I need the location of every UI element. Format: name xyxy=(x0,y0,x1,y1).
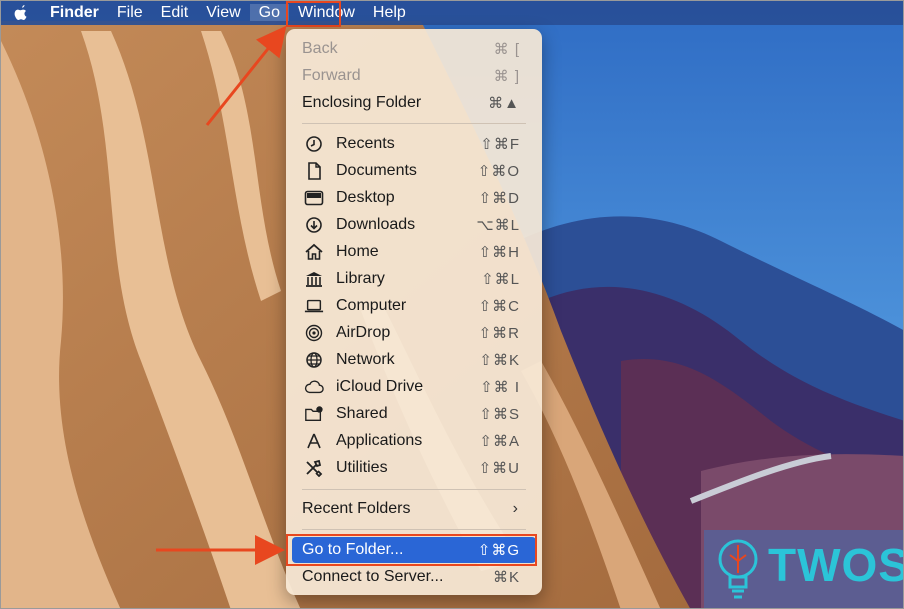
menu-window[interactable]: Window xyxy=(289,1,364,25)
menu-separator xyxy=(302,529,526,530)
computer-shortcut: ⇧⌘C xyxy=(478,298,520,315)
menu-item-recents[interactable]: Recents ⇧⌘F xyxy=(292,131,536,157)
menu-item-home[interactable]: Home ⇧⌘H xyxy=(292,239,536,265)
forward-label: Forward xyxy=(302,67,361,84)
menu-item-shared[interactable]: Shared ⇧⌘S xyxy=(292,401,536,427)
utilities-shortcut: ⇧⌘U xyxy=(478,460,520,477)
recent-folders-label: Recent Folders xyxy=(302,500,411,517)
twos-watermark: TWOS xyxy=(704,530,904,608)
home-shortcut: ⇧⌘H xyxy=(478,244,520,261)
menu-item-downloads[interactable]: Downloads ⌥⌘L xyxy=(292,212,536,238)
menu-item-documents[interactable]: Documents ⇧⌘O xyxy=(292,158,536,184)
applications-shortcut: ⇧⌘A xyxy=(479,433,520,450)
apple-logo-icon xyxy=(14,5,27,20)
computer-label: Computer xyxy=(336,297,407,314)
utilities-icon xyxy=(304,459,324,477)
library-icon xyxy=(304,270,324,288)
library-label: Library xyxy=(336,270,385,287)
menu-finder[interactable]: Finder xyxy=(41,1,108,25)
airdrop-label: AirDrop xyxy=(336,324,391,341)
applications-icon xyxy=(304,432,324,450)
airdrop-icon xyxy=(304,324,324,342)
house-icon xyxy=(304,243,324,261)
laptop-icon xyxy=(304,297,324,315)
menu-separator xyxy=(302,123,526,124)
back-shortcut: ⌘ [ xyxy=(493,41,520,58)
documents-label: Documents xyxy=(336,162,417,179)
recents-label: Recents xyxy=(336,135,395,152)
documents-shortcut: ⇧⌘O xyxy=(477,163,520,180)
download-icon xyxy=(304,216,324,234)
menu-view[interactable]: View xyxy=(197,1,249,25)
menu-item-icloud-drive[interactable]: iCloud Drive ⇧⌘ I xyxy=(292,374,536,400)
recents-shortcut: ⇧⌘F xyxy=(480,136,520,153)
desktop-icon xyxy=(304,189,324,207)
menu-file[interactable]: File xyxy=(108,1,152,25)
downloads-shortcut: ⌥⌘L xyxy=(476,217,520,234)
menu-item-applications[interactable]: Applications ⇧⌘A xyxy=(292,428,536,454)
menu-item-go-to-folder[interactable]: Go to Folder... ⇧⌘G xyxy=(292,537,536,563)
menu-item-back: Back ⌘ [ xyxy=(292,36,536,62)
menu-help[interactable]: Help xyxy=(364,1,415,25)
menu-item-airdrop[interactable]: AirDrop ⇧⌘R xyxy=(292,320,536,346)
back-label: Back xyxy=(302,40,338,57)
icloud-drive-shortcut: ⇧⌘ I xyxy=(480,379,520,396)
menu-item-enclosing-folder[interactable]: Enclosing Folder ⌘▲ xyxy=(292,90,536,116)
desktop-label: Desktop xyxy=(336,189,395,206)
downloads-label: Downloads xyxy=(336,216,416,233)
menu-item-network[interactable]: Network ⇧⌘K xyxy=(292,347,536,373)
menu-edit[interactable]: Edit xyxy=(152,1,198,25)
cloud-icon xyxy=(304,378,324,396)
shared-folder-icon xyxy=(304,405,324,423)
apple-menu[interactable] xyxy=(1,1,41,25)
connect-to-server-shortcut: ⌘K xyxy=(492,569,520,586)
utilities-label: Utilities xyxy=(336,459,388,476)
menu-separator xyxy=(302,489,526,490)
menu-go-wrapper: Go xyxy=(249,1,289,25)
desktop-shortcut: ⇧⌘D xyxy=(478,190,520,207)
menu-item-connect-to-server[interactable]: Connect to Server... ⌘K xyxy=(292,564,536,590)
document-icon xyxy=(304,162,324,180)
lightbulb-logo-icon xyxy=(718,539,758,599)
go-to-folder-shortcut: ⇧⌘G xyxy=(477,542,520,559)
watermark-text: TWOS xyxy=(768,539,904,591)
menu-item-library[interactable]: Library ⇧⌘L xyxy=(292,266,536,292)
enclosing-folder-shortcut: ⌘▲ xyxy=(488,95,520,112)
menu-item-forward: Forward ⌘ ] xyxy=(292,63,536,89)
home-label: Home xyxy=(336,243,379,260)
screen: Finder File Edit View Go Window Help Bac… xyxy=(0,0,904,609)
icloud-drive-label: iCloud Drive xyxy=(336,378,424,395)
shared-label: Shared xyxy=(336,405,388,422)
go-to-folder-label: Go to Folder... xyxy=(302,541,404,558)
network-label: Network xyxy=(336,351,395,368)
chevron-right-icon: › xyxy=(512,500,518,517)
enclosing-folder-label: Enclosing Folder xyxy=(302,94,422,111)
applications-label: Applications xyxy=(336,432,423,449)
menu-item-utilities[interactable]: Utilities ⇧⌘U xyxy=(292,455,536,481)
airdrop-shortcut: ⇧⌘R xyxy=(478,325,520,342)
clock-icon xyxy=(304,135,324,153)
shared-shortcut: ⇧⌘S xyxy=(479,406,520,423)
menu-bar: Finder File Edit View Go Window Help xyxy=(1,1,903,25)
network-shortcut: ⇧⌘K xyxy=(479,352,520,369)
menu-item-recent-folders[interactable]: Recent Folders › xyxy=(292,496,536,522)
menu-go[interactable]: Go xyxy=(249,4,289,21)
library-shortcut: ⇧⌘L xyxy=(481,271,520,288)
go-menu: Back ⌘ [ Forward ⌘ ] Enclosing Folder ⌘▲… xyxy=(286,29,542,595)
connect-to-server-label: Connect to Server... xyxy=(302,568,444,585)
globe-icon xyxy=(304,351,324,369)
menu-item-computer[interactable]: Computer ⇧⌘C xyxy=(292,293,536,319)
forward-shortcut: ⌘ ] xyxy=(493,68,520,85)
menu-item-desktop[interactable]: Desktop ⇧⌘D xyxy=(292,185,536,211)
